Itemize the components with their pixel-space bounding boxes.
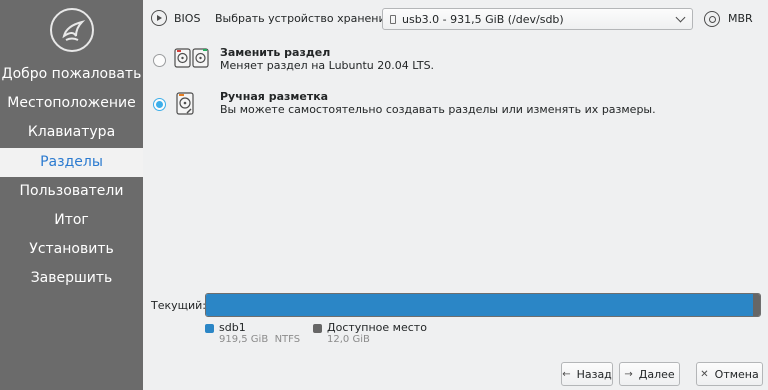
sidebar-item-finish: Завершить [30,270,113,286]
manual-partitioning-radio[interactable] [153,98,166,111]
back-button[interactable]: ← Назад [561,362,613,386]
storage-device-select[interactable]: usb3.0 - 931,5 GiB (/dev/sdb) [382,8,693,30]
option-manual-partitioning[interactable]: Ручная разметка Вы можете самостоятельно… [143,90,768,124]
sidebar-item-location: Местоположение [7,95,136,111]
storage-toolbar: BIOS Выбрать устройство хранения: usb3.0… [143,0,768,40]
replace-partition-desc: Меняет раздел на Lubuntu 20.04 LTS. [220,59,435,72]
disk-icon [704,11,720,27]
partition-segment-free [752,294,760,316]
storage-device-label: Выбрать устройство хранения: [215,12,396,25]
current-partition-label: Текущий: [151,299,207,312]
manual-partition-icon [176,92,194,115]
replace-partition-title: Заменить раздел [220,46,331,59]
legend-size: 12,0 GiB [327,334,370,345]
usb-drive-icon [390,15,396,24]
sidebar-item-install: Установить [29,241,114,257]
legend-swatch [205,324,214,333]
next-button[interactable]: → Далее [619,362,680,386]
manual-partitioning-desc: Вы можете самостоятельно создавать разде… [220,103,656,116]
arrow-left-icon: ← [562,368,571,380]
cancel-button[interactable]: ✕ Отмена [696,362,763,386]
sidebar-item-welcome: Добро пожаловать [1,66,142,82]
replace-partition-icon [174,48,209,68]
chevron-down-icon [675,12,686,23]
legend-name: sdb1 [219,321,246,334]
arrow-right-icon: → [624,368,633,380]
replace-partition-radio[interactable] [153,54,166,67]
sidebar-item-keyboard: Клавиатура [27,124,116,140]
sidebar-item-partitions: Разделы [0,148,143,177]
sidebar-item-summary: Итог [54,212,89,228]
bios-label: BIOS [174,12,201,25]
close-icon: ✕ [700,368,709,380]
legend-swatch [313,324,322,333]
sidebar-item-users: Пользователи [19,183,124,199]
sidebar: Добро пожаловать Местоположение Клавиату… [0,0,143,390]
manual-partitioning-title: Ручная разметка [220,90,329,103]
partition-segment-sdb1 [206,294,753,316]
legend-name: Доступное место [327,321,427,334]
option-replace-partition[interactable]: Заменить раздел Меняет раздел на Lubuntu… [143,46,768,80]
storage-device-value: usb3.0 - 931,5 GiB (/dev/sdb) [402,13,564,26]
partition-bar [205,293,761,317]
play-icon [151,10,167,26]
mbr-label: MBR [728,12,753,25]
legend-size: 919,5 GiB NTFS [219,334,301,345]
lubuntu-logo [50,8,94,52]
